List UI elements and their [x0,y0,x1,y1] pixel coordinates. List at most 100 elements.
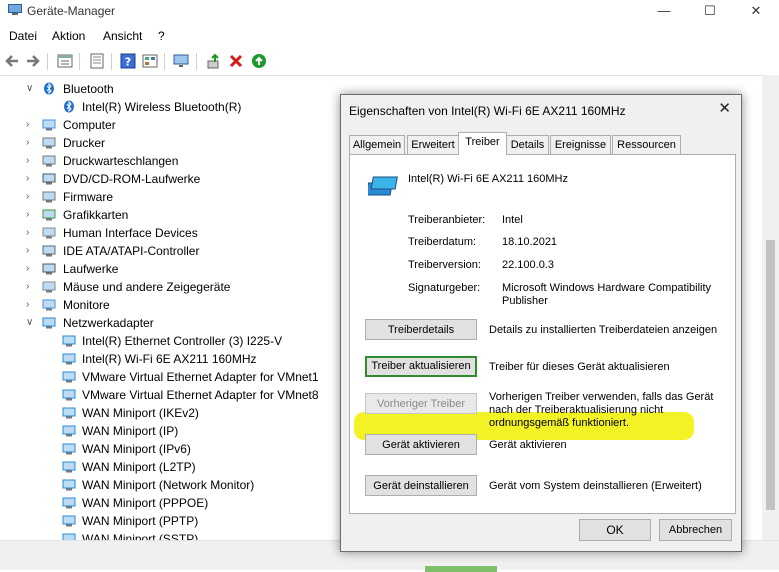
tree-item-label: Intel(R) Ethernet Controller (3) I225-V [82,334,283,348]
dialog-title: Eigenschaften von Intel(R) Wi-Fi 6E AX21… [349,104,626,118]
chevron-right-icon[interactable]: › [26,242,36,260]
graphics-card-icon [42,209,56,221]
network-card-icon [62,335,76,347]
update-driver-desc: Treiber für dieses Gerät aktualisieren [489,361,670,373]
ok-button[interactable]: OK [579,519,651,541]
minimize-button[interactable]: — [641,0,687,22]
print-queue-icon [42,155,56,167]
tree-item-label: IDE ATA/ATAPI-Controller [63,244,200,258]
enable-device-icon[interactable] [251,53,267,69]
tab-ressourcen[interactable]: Ressourcen [612,135,681,154]
menu-datei[interactable]: Datei [9,29,37,43]
title-bar: Geräte-Manager — ☐ ✕ [0,0,779,22]
bluetooth-device-icon [64,100,74,113]
prop-value-date: 18.10.2021 [502,236,558,248]
update-driver-button[interactable]: Treiber aktualisieren [365,356,477,377]
network-card-icon [62,479,76,491]
tab-treiber[interactable]: Treiber [458,132,507,155]
menu-help[interactable]: ? [158,29,165,43]
scrollbar-thumb[interactable] [766,240,775,510]
driver-details-button[interactable]: Treiberdetails [365,319,477,340]
prop-label-version: Treiberversion: [408,259,481,271]
enable-device-button[interactable]: Gerät aktivieren [365,434,477,455]
rollback-driver-button: Vorheriger Treiber [365,393,477,414]
uninstall-device-button[interactable]: Gerät deinstallieren [365,475,477,496]
network-card-icon [62,515,76,527]
chevron-right-icon[interactable]: › [26,188,36,206]
chevron-down-icon[interactable]: ∨ [26,314,36,332]
forward-arrow-icon[interactable] [25,53,41,69]
tree-item-label: Druckwarteschlangen [63,154,179,168]
dialog-close-icon[interactable]: ✕ [718,99,731,117]
chevron-right-icon[interactable]: › [26,260,36,278]
maximize-button[interactable]: ☐ [687,0,733,22]
tab-details[interactable]: Details [506,135,549,154]
tree-item-label: Human Interface Devices [63,226,198,240]
tree-item-label: Grafikkarten [63,208,129,222]
driver-details-desc: Details zu installierten Treiberdateien … [489,324,718,336]
toolbar-separator [47,53,48,70]
svg-text:?: ? [125,56,131,69]
tree-item-label: WAN Miniport (PPTP) [82,514,199,528]
uninstall-x-icon[interactable] [228,53,244,69]
vertical-scrollbar[interactable] [762,75,779,540]
tree-item-label: DVD/CD-ROM-Laufwerke [63,172,201,186]
properties-icon[interactable] [57,53,73,69]
properties-dialog: Eigenschaften von Intel(R) Wi-Fi 6E AX21… [340,94,742,552]
list-view-icon[interactable] [89,53,105,69]
close-icon: ✕ [750,3,762,18]
chevron-down-icon[interactable]: ∨ [26,80,36,98]
chevron-right-icon[interactable]: › [26,134,36,152]
maximize-icon: ☐ [704,3,716,18]
monitor-scan-icon[interactable] [173,53,189,69]
device-name: Intel(R) Wi-Fi 6E AX211 160MHz [408,173,568,185]
cancel-button[interactable]: Abbrechen [659,519,732,541]
tree-item-label: Firmware [63,190,113,204]
chevron-right-icon[interactable]: › [26,206,36,224]
tab-ereignisse[interactable]: Ereignisse [550,135,611,154]
bluetooth-icon [44,82,54,95]
network-card-icon [62,443,76,455]
chevron-right-icon[interactable]: › [26,170,36,188]
tree-item-label: Mäuse und andere Zeigegeräte [63,280,231,294]
tree-item-label: Netzwerkadapter [63,316,154,330]
tree-item-label: VMware Virtual Ethernet Adapter for VMne… [82,370,319,384]
close-button[interactable]: ✕ [733,0,779,22]
drive-icon [42,263,56,275]
help-icon[interactable]: ? [120,53,136,69]
chevron-right-icon[interactable]: › [26,152,36,170]
enable-device-desc: Gerät aktivieren [489,439,567,451]
hid-icon [42,227,56,239]
tree-item-label: VMware Virtual Ethernet Adapter for VMne… [82,388,319,402]
taskbar-accent [425,566,497,572]
network-card-icon [62,425,76,437]
network-card-icon [62,407,76,419]
ide-controller-icon [42,245,56,257]
printer-icon [42,137,56,149]
computer-icon [42,119,56,131]
device-view-icon[interactable] [142,53,158,69]
chevron-right-icon[interactable]: › [26,278,36,296]
menu-aktion[interactable]: Aktion [52,29,85,43]
prop-value-provider: Intel [502,214,523,226]
chevron-right-icon[interactable]: › [26,116,36,134]
device-manager-icon [8,4,22,15]
minimize-icon: — [657,3,671,18]
prop-label-signer: Signaturgeber: [408,282,481,294]
chevron-right-icon[interactable]: › [26,224,36,242]
network-card-icon [62,461,76,473]
toolbar-separator [164,53,165,70]
update-driver-icon[interactable] [206,53,222,69]
tree-item-label: WAN Miniport (IKEv2) [82,406,199,420]
tree-item-label: Intel(R) Wi-Fi 6E AX211 160MHz [82,352,257,366]
chevron-right-icon[interactable]: › [26,296,36,314]
menu-ansicht[interactable]: Ansicht [103,29,142,43]
back-arrow-icon[interactable] [4,53,20,69]
tree-item-label: Laufwerke [63,262,119,276]
prop-value-version: 22.100.0.3 [502,259,554,271]
network-card-icon [62,371,76,383]
tree-item-label: Monitore [63,298,110,312]
tab-allgemein[interactable]: Allgemein [349,135,405,154]
tab-erweitert[interactable]: Erweitert [407,135,459,154]
network-card-icon [368,176,398,196]
